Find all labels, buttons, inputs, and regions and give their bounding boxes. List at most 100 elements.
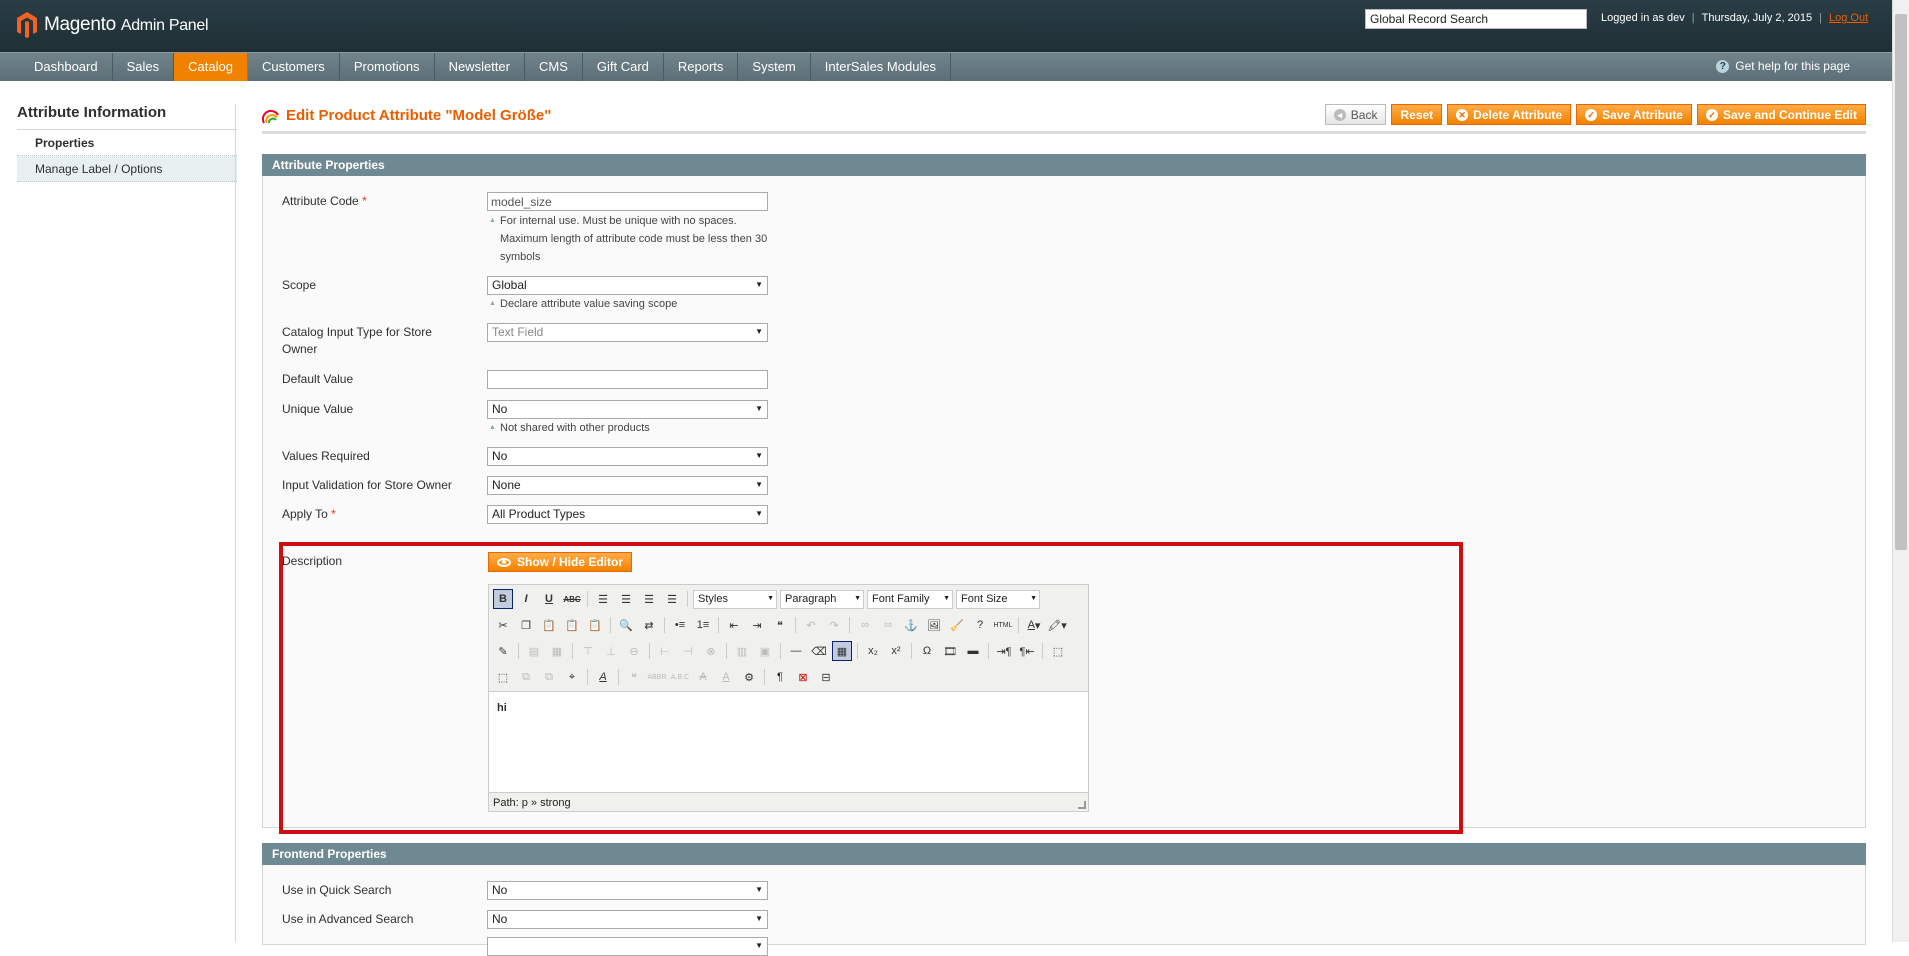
absolute-position-icon[interactable]: ⌖ bbox=[562, 667, 582, 687]
bold-icon[interactable]: B bbox=[493, 589, 513, 609]
values-required-select[interactable]: No bbox=[487, 447, 768, 466]
fullscreen-icon[interactable]: ⬚ bbox=[1048, 641, 1068, 661]
nav-reports[interactable]: Reports bbox=[664, 53, 739, 81]
delete-attribute-button[interactable]: ✕ Delete Attribute bbox=[1447, 104, 1572, 125]
show-blocks-icon[interactable]: ¶ bbox=[770, 667, 790, 687]
unlink-icon[interactable]: ∞ bbox=[878, 615, 898, 635]
blockquote-icon[interactable]: ❝ bbox=[770, 615, 790, 635]
insertion-icon[interactable]: A bbox=[716, 667, 736, 687]
paste-word-icon[interactable]: 📋 bbox=[585, 615, 605, 635]
superscript-icon[interactable]: x² bbox=[886, 641, 906, 661]
align-right-icon[interactable]: ☰ bbox=[639, 589, 659, 609]
insert-col-before-icon[interactable]: ⊢ bbox=[655, 641, 675, 661]
remove-format-icon[interactable]: ⌫ bbox=[809, 641, 829, 661]
nav-dashboard[interactable]: Dashboard bbox=[20, 53, 113, 81]
text-color-icon[interactable]: A ▾ bbox=[1024, 615, 1044, 635]
next-field-select[interactable] bbox=[487, 937, 768, 956]
split-cells-icon[interactable]: ▥ bbox=[732, 641, 752, 661]
rtl-icon[interactable]: ¶⇤ bbox=[1017, 641, 1037, 661]
help-editor-icon[interactable]: ? bbox=[970, 615, 990, 635]
nav-intersales-modules[interactable]: InterSales Modules bbox=[811, 53, 952, 81]
copy-icon[interactable]: ❐ bbox=[516, 615, 536, 635]
font-family-select[interactable]: Font Family bbox=[867, 589, 953, 609]
save-and-continue-button[interactable]: ✓ Save and Continue Edit bbox=[1696, 104, 1866, 125]
save-attribute-button[interactable]: ✓ Save Attribute bbox=[1576, 104, 1692, 125]
link-icon[interactable]: ∞ bbox=[855, 615, 875, 635]
attribute-code-input[interactable] bbox=[487, 192, 768, 211]
paragraph-select[interactable]: Paragraph bbox=[780, 589, 864, 609]
global-record-search-input[interactable] bbox=[1365, 9, 1587, 29]
ltr-icon[interactable]: ⇥¶ bbox=[994, 641, 1014, 661]
replace-icon[interactable]: ⇄ bbox=[639, 615, 659, 635]
sidebar-tab-properties[interactable]: Properties bbox=[17, 130, 237, 156]
advhr-icon[interactable]: ▬ bbox=[963, 641, 983, 661]
attributes-icon[interactable]: ⚙ bbox=[739, 667, 759, 687]
paste-icon[interactable]: 📋 bbox=[539, 615, 559, 635]
table-cell-props-icon[interactable]: ▦ bbox=[547, 641, 567, 661]
image-icon[interactable]: 🖼 bbox=[924, 615, 944, 635]
apply-to-select[interactable]: All Product Types bbox=[487, 505, 768, 524]
deletion-icon[interactable]: A bbox=[693, 667, 713, 687]
edit-css-icon[interactable]: ✎ bbox=[493, 641, 513, 661]
sidebar-tab-manage-label-options[interactable]: Manage Label / Options bbox=[17, 156, 237, 182]
undo-icon[interactable]: ↶ bbox=[801, 615, 821, 635]
editor-content-area[interactable]: hi bbox=[489, 691, 1088, 793]
underline-icon[interactable]: U bbox=[539, 589, 559, 609]
find-icon[interactable]: 🔍 bbox=[616, 615, 636, 635]
nav-catalog[interactable]: Catalog bbox=[174, 53, 248, 81]
insert-layer-icon[interactable]: ⬚ bbox=[493, 667, 513, 687]
insert-col-after-icon[interactable]: ⊣ bbox=[678, 641, 698, 661]
quick-search-select[interactable]: No bbox=[487, 881, 768, 900]
font-size-select[interactable]: Font Size bbox=[956, 589, 1040, 609]
back-button[interactable]: ◂ Back bbox=[1324, 104, 1387, 125]
horizontal-rule-icon[interactable]: — bbox=[786, 641, 806, 661]
cite-icon[interactable]: ❝ bbox=[624, 667, 644, 687]
insert-row-before-icon[interactable]: ⊤ bbox=[578, 641, 598, 661]
media-icon[interactable]: 🎞 bbox=[940, 641, 960, 661]
styleprops-icon[interactable]: A bbox=[593, 667, 613, 687]
logout-link[interactable]: Log Out bbox=[1829, 12, 1868, 24]
resize-grip-icon[interactable] bbox=[1078, 801, 1086, 809]
show-hide-editor-button[interactable]: Show / Hide Editor bbox=[488, 552, 633, 572]
unique-value-select[interactable]: No bbox=[487, 400, 768, 419]
align-left-icon[interactable]: ☰ bbox=[593, 589, 613, 609]
visual-aid-icon[interactable]: ▦ bbox=[832, 641, 852, 661]
page-scrollbar[interactable] bbox=[1892, 0, 1909, 942]
input-validation-select[interactable]: None bbox=[487, 476, 768, 495]
nav-cms[interactable]: CMS bbox=[525, 53, 583, 81]
html-source-icon[interactable]: HTML bbox=[993, 615, 1013, 635]
help-link[interactable]: ? Get help for this page bbox=[1716, 59, 1850, 73]
default-value-input[interactable] bbox=[487, 370, 768, 389]
move-forward-icon[interactable]: ⧉ bbox=[516, 667, 536, 687]
styles-select[interactable]: Styles bbox=[693, 589, 777, 609]
cleanup-icon[interactable]: 🧹 bbox=[947, 615, 967, 635]
italic-icon[interactable]: I bbox=[516, 589, 536, 609]
reset-button[interactable]: Reset bbox=[1391, 104, 1443, 125]
outdent-icon[interactable]: ⇤ bbox=[724, 615, 744, 635]
nav-sales[interactable]: Sales bbox=[113, 53, 175, 81]
align-center-icon[interactable]: ☰ bbox=[616, 589, 636, 609]
align-justify-icon[interactable]: ☰ bbox=[662, 589, 682, 609]
nav-gift-card[interactable]: Gift Card bbox=[583, 53, 664, 81]
nav-customers[interactable]: Customers bbox=[248, 53, 340, 81]
delete-col-icon[interactable]: ⊗ bbox=[701, 641, 721, 661]
redo-icon[interactable]: ↷ bbox=[824, 615, 844, 635]
bullet-list-icon[interactable]: •≡ bbox=[670, 615, 690, 635]
nav-promotions[interactable]: Promotions bbox=[340, 53, 435, 81]
non-breaking-icon[interactable]: ⊠ bbox=[793, 667, 813, 687]
indent-icon[interactable]: ⇥ bbox=[747, 615, 767, 635]
anchor-icon[interactable]: ⚓ bbox=[901, 615, 921, 635]
move-backward-icon[interactable]: ⧉ bbox=[539, 667, 559, 687]
cut-icon[interactable]: ✂ bbox=[493, 615, 513, 635]
scrollbar-thumb[interactable] bbox=[1895, 14, 1907, 550]
paste-text-icon[interactable]: 📋 bbox=[562, 615, 582, 635]
delete-row-icon[interactable]: ⊖ bbox=[624, 641, 644, 661]
background-color-icon[interactable]: 🖍▾ bbox=[1047, 615, 1067, 635]
page-break-icon[interactable]: ⊟ bbox=[816, 667, 836, 687]
advanced-search-select[interactable]: No bbox=[487, 910, 768, 929]
scope-select[interactable]: Global bbox=[487, 276, 768, 295]
insert-row-after-icon[interactable]: ⊥ bbox=[601, 641, 621, 661]
acronym-icon[interactable]: A.B.C bbox=[670, 667, 690, 687]
merge-cells-icon[interactable]: ▣ bbox=[755, 641, 775, 661]
table-row-props-icon[interactable]: ▤ bbox=[524, 641, 544, 661]
